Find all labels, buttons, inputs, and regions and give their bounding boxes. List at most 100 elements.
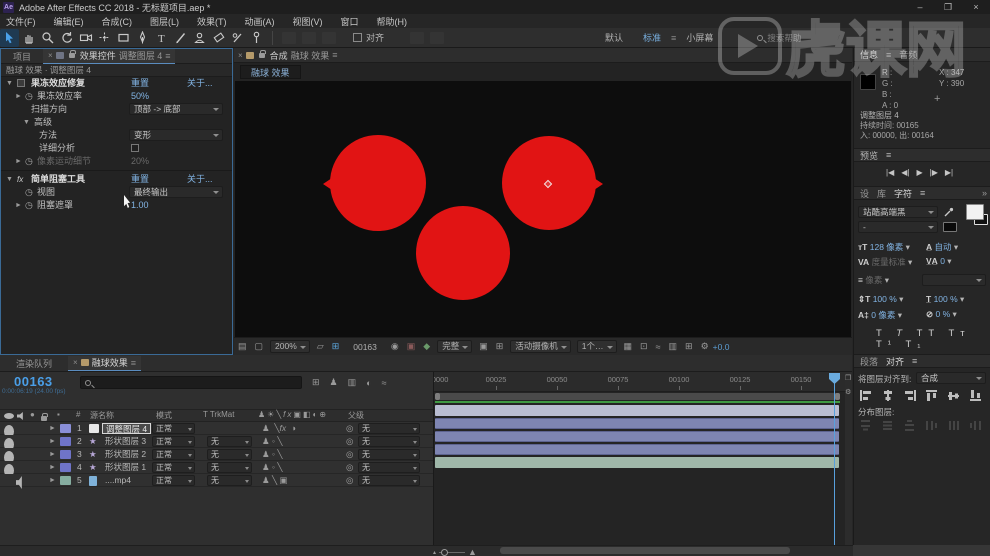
rotate-tool[interactable] <box>57 29 76 47</box>
workspace-standard[interactable]: 标准 <box>643 31 661 44</box>
puppet-pin-tool[interactable] <box>247 29 266 47</box>
layer-switches[interactable]: ♟ ◦ ╲ <box>262 435 282 448</box>
transparency-grid-icon[interactable]: ⊞ <box>496 341 504 352</box>
blend-mode-dropdown[interactable]: 正常 <box>152 449 195 460</box>
timeline-timecode[interactable]: 00163 <box>14 374 53 389</box>
layer-expand-icon[interactable]: ► <box>49 461 56 474</box>
blend-mode-dropdown[interactable]: 正常 <box>152 436 195 447</box>
about-link[interactable]: 关于... <box>187 173 213 186</box>
timeline-jump-icon[interactable]: ▥ <box>669 341 678 352</box>
menu-layer[interactable]: 图层(L) <box>150 15 179 28</box>
tab-timeline-comp[interactable]: × 融球效果 ≡ <box>68 356 141 371</box>
align-vertical-center-icon[interactable] <box>948 390 960 401</box>
blend-mode-dropdown[interactable]: 正常 <box>152 462 195 473</box>
mask-visibility-icon[interactable]: ⊞ <box>332 341 340 352</box>
tab-paragraph[interactable]: 段落 <box>860 355 878 368</box>
parent-dropdown[interactable]: 无 <box>358 423 420 434</box>
collapse-icon[interactable]: ▼ <box>6 173 13 186</box>
font-family-dropdown[interactable]: 站酷高端黑 <box>858 206 938 218</box>
fast-preview-icon[interactable]: ≈ <box>656 342 661 352</box>
hide-shy-layers-icon[interactable]: ♟ <box>330 377 338 388</box>
panel-menu-icon[interactable]: ≡ <box>886 50 891 60</box>
property-rolling-shutter-rate[interactable]: ► ◷ 果冻效应率 50% <box>1 90 232 103</box>
layer-row-4[interactable]: ► 4 ★ 形状图层 1 正常 无 ♟ ◦ ╲ ◎ 无 <box>0 461 433 474</box>
layer-bar-2[interactable] <box>435 418 839 429</box>
workspace-small-screen[interactable]: 小屏幕 <box>686 31 713 44</box>
align-bottom-icon[interactable] <box>970 390 982 401</box>
parent-pickwhip-icon[interactable]: ◎ <box>346 448 353 461</box>
region-of-interest-icon[interactable]: ▣ <box>479 341 488 352</box>
panel-menu-icon[interactable]: ≡ <box>131 358 136 368</box>
all-caps-button[interactable]: TT <box>917 328 940 339</box>
tab-close-icon[interactable]: × <box>73 358 78 367</box>
trkmat-dropdown[interactable]: 无 <box>207 436 252 447</box>
layer-color-swatch[interactable] <box>60 463 71 472</box>
menu-animation[interactable]: 动画(A) <box>245 15 275 28</box>
tab-character[interactable]: 字符 <box>894 187 912 200</box>
exposure-value[interactable]: +0.0 <box>713 342 730 352</box>
layer-row-1[interactable]: ► 1 调整图层 4 正常 ♟ ╲fx ◑ ◎ 无 <box>0 422 433 435</box>
parent-pickwhip-icon[interactable]: ◎ <box>346 422 353 435</box>
subscript-button[interactable]: T₁ <box>905 339 926 350</box>
previous-frame-button[interactable]: ◀| <box>901 168 909 177</box>
layer-switches[interactable]: ♟ ╲ ▣ <box>262 474 288 487</box>
effect-header-simple-choker[interactable]: ▼ fx 简单阻塞工具 重置 关于... <box>1 173 232 186</box>
tab-render-queue[interactable]: 渲染队列 <box>0 357 68 370</box>
font-size-value[interactable]: 128 像素 <box>870 242 904 252</box>
help-search[interactable]: 搜索帮助 <box>757 32 801 44</box>
show-channels-icon[interactable]: ▣ <box>407 341 416 352</box>
color-management-icon[interactable]: ◆ <box>423 341 430 352</box>
menu-window[interactable]: 窗口 <box>341 15 359 28</box>
layer-color-swatch[interactable] <box>60 450 71 459</box>
layer-expand-icon[interactable]: ► <box>49 422 56 435</box>
panel-menu-icon[interactable]: ≡ <box>920 188 925 198</box>
align-top-icon[interactable] <box>926 390 938 401</box>
tab-close-icon[interactable]: × <box>48 51 53 60</box>
composition-viewport[interactable] <box>235 81 851 337</box>
tab-overflow-icon[interactable]: » <box>982 188 987 198</box>
minimize-button[interactable]: – <box>906 0 934 14</box>
timeline-track-area[interactable]: 00000 00025 00050 00075 00100 00125 0015… <box>433 372 852 545</box>
baseline-shift-value[interactable]: 0 像素 <box>871 310 895 320</box>
main-screen-icon[interactable]: ▢ <box>255 341 264 352</box>
parent-pickwhip-icon[interactable]: ◎ <box>346 435 353 448</box>
graph-editor-icon[interactable]: ≈ <box>382 378 387 388</box>
viewer-timecode[interactable]: 00163 <box>353 342 377 352</box>
font-style-dropdown[interactable]: - <box>858 221 938 233</box>
property-value[interactable]: 50% <box>131 90 149 103</box>
trkmat-dropdown[interactable]: 无 <box>207 475 252 486</box>
expand-icon[interactable]: ► <box>15 199 22 212</box>
layer-name[interactable]: ....mp4 <box>102 475 134 486</box>
view-dropdown[interactable]: 最终输出 <box>129 186 223 198</box>
safe-margins-icon[interactable]: ▱ <box>317 341 324 352</box>
superscript-button[interactable]: T¹ <box>876 339 897 350</box>
parent-dropdown[interactable]: 无 <box>358 475 420 486</box>
distribute-right-icon[interactable] <box>970 420 982 431</box>
tsume-value[interactable]: 0 % <box>936 309 951 319</box>
magnification-dropdown[interactable]: 200% <box>270 340 310 353</box>
parent-pickwhip-icon[interactable]: ◎ <box>346 461 353 474</box>
align-to-dropdown[interactable]: 合成 <box>916 372 986 384</box>
stopwatch-icon[interactable]: ◷ <box>25 90 33 103</box>
mode-column[interactable]: 模式 <box>156 410 172 421</box>
workspace-default[interactable]: 默认 <box>605 31 623 44</box>
camera-dropdown[interactable]: 活动摄像机 <box>510 340 571 353</box>
viewer-subtab[interactable]: 融球 效果 <box>240 65 301 79</box>
pan-behind-tool[interactable] <box>95 29 114 47</box>
playhead-line[interactable] <box>834 382 835 545</box>
composition-mini-flowchart-icon[interactable]: ⊞ <box>312 377 320 388</box>
exposure-gear-icon[interactable]: ⚙ <box>701 341 709 352</box>
play-button[interactable]: ▶ <box>916 168 922 177</box>
analysis-checkbox[interactable] <box>131 144 139 152</box>
layer-switches[interactable]: ♟ ╲fx ◑ <box>262 422 296 435</box>
tracking-value[interactable]: 0 <box>940 256 945 266</box>
parent-dropdown[interactable]: 无 <box>358 436 420 447</box>
layer-row-2[interactable]: ► 2 ★ 形状图层 3 正常 无 ♟ ◦ ╲ ◎ 无 <box>0 435 433 448</box>
zoom-out-icon[interactable]: ▴ <box>433 549 436 556</box>
layer-bar-4[interactable] <box>435 444 839 455</box>
group-advanced[interactable]: ▼ 高级 <box>1 116 232 129</box>
layer-bar-1[interactable] <box>435 405 839 416</box>
snap-toggle[interactable]: 对齐 <box>353 31 384 44</box>
motion-blur-icon[interactable]: ◐ <box>366 378 371 388</box>
first-frame-button[interactable]: |◀ <box>886 168 894 177</box>
